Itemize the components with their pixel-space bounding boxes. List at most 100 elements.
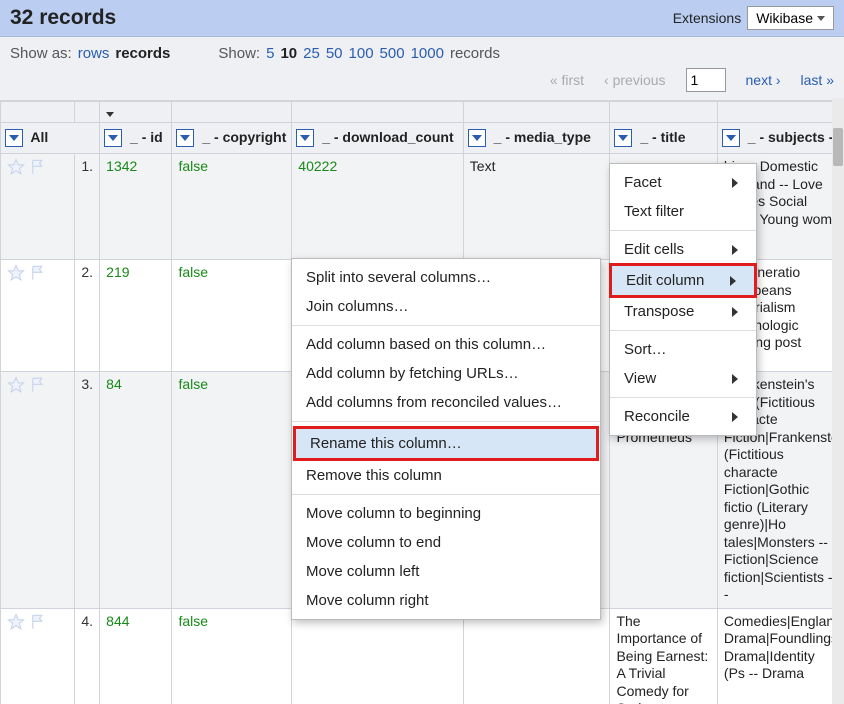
page-size-50[interactable]: 50 xyxy=(326,45,343,62)
column-menu-all[interactable] xyxy=(5,129,23,147)
submenu-arrow-icon xyxy=(732,245,738,255)
flag-icon[interactable] xyxy=(29,613,47,631)
col-subjects: _ - subjects - xyxy=(748,129,834,145)
col-all: All xyxy=(30,129,48,145)
column-menu-media-type[interactable] xyxy=(468,129,486,147)
column-menu-download-count[interactable] xyxy=(296,129,314,147)
sort-indicator-icon xyxy=(106,112,114,117)
menu-add-fetch[interactable]: Add column by fetching URLs… xyxy=(292,359,600,388)
column-headers: All _ - id _ - copyright _ - download_co… xyxy=(1,123,844,154)
row-number: 1. xyxy=(75,154,100,260)
show-as-label: Show as: xyxy=(10,45,72,62)
menu-separator xyxy=(292,421,600,422)
menu-add-based[interactable]: Add column based on this column… xyxy=(292,330,600,359)
cell-media-type[interactable] xyxy=(463,608,610,704)
cell-download-count[interactable] xyxy=(292,608,463,704)
menu-join-columns[interactable]: Join columns… xyxy=(292,292,600,321)
cell-id[interactable]: 219 xyxy=(100,260,172,372)
show-as-rows[interactable]: rows xyxy=(78,45,110,62)
submenu-arrow-icon xyxy=(732,412,738,422)
wikibase-dropdown[interactable]: Wikibase xyxy=(747,6,834,30)
submenu-arrow-icon xyxy=(732,178,738,188)
row-number: 2. xyxy=(75,260,100,372)
column-menu-subjects[interactable] xyxy=(722,129,740,147)
pager-last[interactable]: last » xyxy=(801,72,834,88)
cell-copyright[interactable]: false xyxy=(172,372,292,609)
cell-copyright[interactable]: false xyxy=(172,154,292,260)
pager-first[interactable]: « first xyxy=(550,72,584,88)
menu-move-end[interactable]: Move column to end xyxy=(292,528,600,557)
menu-remove-column[interactable]: Remove this column xyxy=(292,461,600,490)
menu-split-columns[interactable]: Split into several columns… xyxy=(292,263,600,292)
column-header-menu: Facet Text filter Edit cells Edit column… xyxy=(609,163,757,436)
page-size-5[interactable]: 5 xyxy=(266,45,274,62)
col-download-count: _ - download_count xyxy=(322,129,453,145)
menu-separator xyxy=(610,330,756,331)
star-icon[interactable] xyxy=(7,158,25,176)
menu-sort[interactable]: Sort… xyxy=(610,335,756,364)
menu-move-left[interactable]: Move column left xyxy=(292,557,600,586)
flag-icon[interactable] xyxy=(29,376,47,394)
page-size-500[interactable]: 500 xyxy=(380,45,405,62)
cell-copyright[interactable]: false xyxy=(172,608,292,704)
records-label: records xyxy=(450,45,500,62)
menu-transpose[interactable]: Transpose xyxy=(610,297,756,326)
flag-icon[interactable] xyxy=(29,264,47,282)
column-menu-copyright[interactable] xyxy=(176,129,194,147)
star-icon[interactable] xyxy=(7,264,25,282)
caret-down-icon xyxy=(817,16,825,21)
vertical-scrollbar[interactable] xyxy=(832,98,844,704)
extensions-label[interactable]: Extensions xyxy=(673,10,741,26)
cell-copyright[interactable]: false xyxy=(172,260,292,372)
page-size-100[interactable]: 100 xyxy=(349,45,374,62)
menu-separator xyxy=(292,494,600,495)
cell-id[interactable]: 1342 xyxy=(100,154,172,260)
edit-column-submenu: Split into several columns… Join columns… xyxy=(291,258,601,620)
header-bar: 32 records Extensions Wikibase xyxy=(0,0,844,37)
column-menu-title[interactable] xyxy=(614,129,632,147)
header-right: Extensions Wikibase xyxy=(673,6,834,30)
menu-rename-column[interactable]: Rename this column… xyxy=(293,426,599,461)
star-icon[interactable] xyxy=(7,376,25,394)
menu-view[interactable]: View xyxy=(610,364,756,393)
menu-add-reconciled[interactable]: Add columns from reconciled values… xyxy=(292,388,600,417)
page-number-input[interactable] xyxy=(686,68,726,92)
show-label: Show: xyxy=(218,45,260,62)
controls-row-1: Show as: rows records Show: 5 10 25 50 1… xyxy=(10,45,834,62)
cell-media-type[interactable]: Text xyxy=(463,154,610,260)
pager-next[interactable]: next › xyxy=(746,72,781,88)
page-size-25[interactable]: 25 xyxy=(303,45,320,62)
menu-edit-column[interactable]: Edit column xyxy=(609,263,757,298)
menu-text-filter[interactable]: Text filter xyxy=(610,197,756,226)
menu-edit-cells[interactable]: Edit cells xyxy=(610,235,756,264)
menu-separator xyxy=(292,325,600,326)
cell-id[interactable]: 844 xyxy=(100,608,172,704)
menu-facet[interactable]: Facet xyxy=(610,168,756,197)
row-number: 4. xyxy=(75,608,100,704)
cell-subjects[interactable]: Comedies|England Drama|Foundlings Drama|… xyxy=(717,608,843,704)
cell-id[interactable]: 84 xyxy=(100,372,172,609)
col-title: _ - title xyxy=(640,129,685,145)
page-size-1000[interactable]: 1000 xyxy=(411,45,444,62)
star-icon[interactable] xyxy=(7,613,25,631)
record-count-title: 32 records xyxy=(10,6,116,30)
show-as-records[interactable]: records xyxy=(115,45,170,62)
pager-prev[interactable]: ‹ previous xyxy=(604,72,665,88)
submenu-arrow-icon xyxy=(732,307,738,317)
page-size-10[interactable]: 10 xyxy=(280,45,297,62)
controls-bar: Show as: rows records Show: 5 10 25 50 1… xyxy=(0,37,844,101)
menu-move-begin[interactable]: Move column to beginning xyxy=(292,499,600,528)
submenu-arrow-icon xyxy=(730,276,736,286)
row-number: 3. xyxy=(75,372,100,609)
submenu-arrow-icon xyxy=(732,374,738,384)
scrollbar-thumb[interactable] xyxy=(833,128,843,166)
menu-separator xyxy=(610,397,756,398)
flag-icon[interactable] xyxy=(29,158,47,176)
cell-title[interactable]: The Importance of Being Earnest: A Trivi… xyxy=(610,608,717,704)
cell-download-count[interactable]: 40222 xyxy=(292,154,463,260)
menu-move-right[interactable]: Move column right xyxy=(292,586,600,615)
col-id: _ - id xyxy=(130,129,163,145)
menu-separator xyxy=(610,230,756,231)
menu-reconcile[interactable]: Reconcile xyxy=(610,402,756,431)
column-menu-id[interactable] xyxy=(104,129,122,147)
